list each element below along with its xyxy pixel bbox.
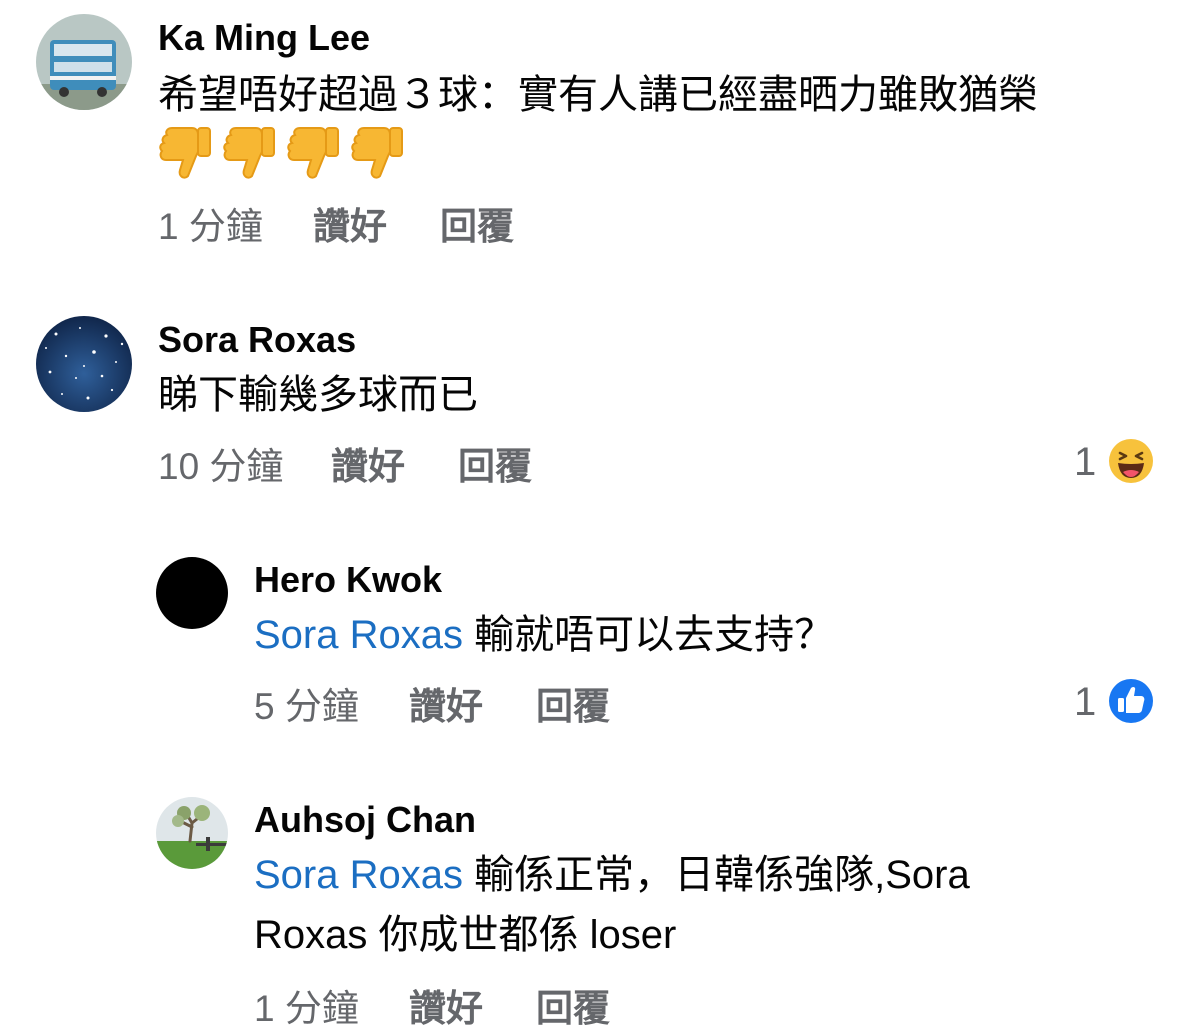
comment-author[interactable]: Ka Ming Lee: [158, 20, 370, 56]
emoji-row: [158, 124, 418, 184]
comment-time: 10 分鐘: [158, 446, 284, 487]
thumbs-down-icon: [287, 127, 339, 179]
comment-actions: 1 分鐘 讚好 回覆: [158, 208, 558, 248]
reaction-summary[interactable]: 1: [1074, 437, 1164, 494]
avatar-sora-roxas[interactable]: [36, 316, 132, 412]
like-button[interactable]: 讚好: [409, 990, 483, 1027]
reply-text: Sora Roxas 輸係正常，日韓係強隊,Sora: [254, 846, 970, 904]
comment-text: 睇下輸幾多球而已: [158, 373, 478, 417]
mention-link[interactable]: Sora Roxas: [254, 853, 463, 897]
reaction-count: 1: [1074, 680, 1097, 724]
reply-button[interactable]: 回覆: [440, 208, 514, 245]
reply-text-line2: Roxas 你成世都係 loser: [254, 913, 677, 957]
reply-author[interactable]: Auhsoj Chan: [254, 802, 476, 838]
comment-text: 希望唔好超過３球：實有人講已經盡晒力雖敗猶榮: [158, 73, 1038, 117]
comment-time: 1 分鐘: [158, 206, 263, 247]
reply-button[interactable]: 回覆: [536, 990, 610, 1027]
avatar-auhsoj-chan[interactable]: [156, 797, 228, 869]
reply-author[interactable]: Hero Kwok: [254, 562, 442, 598]
thumbs-down-icon: [159, 127, 211, 179]
haha-emoji-icon: [1107, 437, 1155, 485]
reaction-count: 1: [1074, 440, 1097, 484]
reply-auhsoj-chan: Auhsoj Chan Sora Roxas 輸係正常，日韓係強隊,Sora R…: [0, 780, 1179, 1034]
reply-button[interactable]: 回覆: [536, 688, 610, 725]
reaction-summary[interactable]: 1: [1074, 677, 1164, 734]
avatar-hero-kwok[interactable]: [156, 557, 228, 629]
reply-time: 5 分鐘: [254, 686, 359, 727]
reply-text: Sora Roxas 輸就唔可以去支持？: [254, 606, 834, 664]
reply-text-body: 輸就唔可以去支持？: [462, 613, 835, 657]
reply-actions: 5 分鐘 讚好 回覆: [254, 688, 654, 728]
reply-text-body: 輸係正常，日韓係強隊,Sora: [462, 853, 970, 897]
reply-hero-kwok: Hero Kwok Sora Roxas 輸就唔可以去支持？ 5 分鐘 讚好 回…: [0, 540, 1179, 740]
reply-button[interactable]: 回覆: [458, 448, 532, 485]
thumbs-down-icon: [351, 127, 403, 179]
like-button[interactable]: 讚好: [331, 448, 405, 485]
comment-author[interactable]: Sora Roxas: [158, 322, 356, 358]
reply-time: 1 分鐘: [254, 988, 359, 1029]
comment-ka-ming-lee: Ka Ming Lee 希望唔好超過３球：實有人講已經盡晒力雖敗猶榮 1 分鐘 …: [0, 0, 1179, 260]
like-button[interactable]: 讚好: [313, 208, 387, 245]
comment-actions: 10 分鐘 讚好 回覆: [158, 448, 578, 488]
like-icon: [1107, 677, 1155, 725]
comment-sora-roxas: Sora Roxas 睇下輸幾多球而已 10 分鐘 讚好 回覆 1: [0, 300, 1179, 500]
avatar-ka-ming-lee[interactable]: [36, 14, 132, 110]
thumbs-down-icon: [223, 127, 275, 179]
reply-actions: 1 分鐘 讚好 回覆: [254, 990, 654, 1030]
mention-link[interactable]: Sora Roxas: [254, 613, 463, 657]
like-button[interactable]: 讚好: [409, 688, 483, 725]
